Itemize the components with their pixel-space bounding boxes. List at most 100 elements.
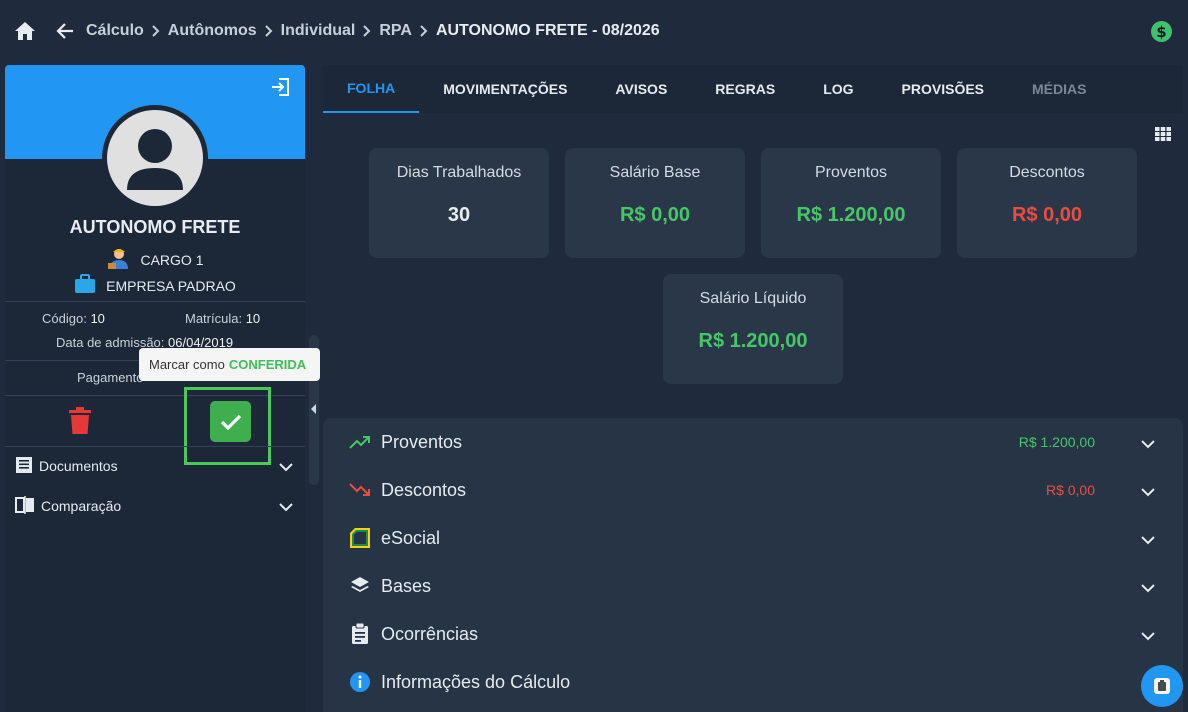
card-salario-liquido: Salário Líquido R$ 1.200,00 xyxy=(663,274,843,384)
employee-name: AUTONOMO FRETE xyxy=(69,217,241,237)
check-icon xyxy=(220,414,241,430)
worker-icon xyxy=(106,246,132,273)
section-proventos[interactable]: Proventos R$ 1.200,00 xyxy=(323,418,1183,466)
section-descontos[interactable]: Descontos R$ 0,00 xyxy=(323,466,1183,514)
section-ocorrencias[interactable]: Ocorrências xyxy=(323,610,1183,658)
chevron-down-icon[interactable] xyxy=(1141,436,1155,454)
document-icon xyxy=(15,456,33,477)
chevron-right-icon xyxy=(264,25,273,37)
empresa-line: EMPRESA PADRAO xyxy=(5,274,305,297)
back-arrow-icon[interactable] xyxy=(56,23,74,39)
exit-icon[interactable] xyxy=(271,77,291,102)
chevron-right-icon xyxy=(152,25,160,37)
section-esocial[interactable]: eSocial xyxy=(323,514,1183,562)
card-value: 30 xyxy=(447,204,471,226)
chevron-down-icon[interactable] xyxy=(1141,628,1155,646)
user-placeholder-icon xyxy=(107,110,203,206)
tab-avisos[interactable]: AVISOS xyxy=(591,65,691,113)
briefcase-icon xyxy=(74,274,96,297)
chevron-down-icon[interactable] xyxy=(279,499,293,515)
menu-comparacao[interactable]: Comparação xyxy=(5,491,305,521)
sections-accordion: Proventos R$ 1.200,00 Descontos R$ 0,00 … xyxy=(323,418,1183,712)
codigo-field: Código: 10 xyxy=(42,311,105,326)
avatar xyxy=(102,105,208,211)
section-label: Ocorrências xyxy=(381,623,479,644)
tab-bar: FOLHA MOVIMENTAÇÕES AVISOS REGRAS LOG PR… xyxy=(323,65,1183,113)
card-title: Dias Trabalhados xyxy=(396,164,522,181)
divider xyxy=(5,446,305,447)
breadcrumb-rpa[interactable]: RPA xyxy=(379,22,412,40)
card-title: Salário Líquido xyxy=(699,290,807,307)
cargo-line: CARGO 1 xyxy=(5,246,305,273)
codigo-value: 10 xyxy=(90,311,105,326)
breadcrumb-current: AUTONOMO FRETE - 08/2026 xyxy=(435,22,660,39)
chevron-down-icon[interactable] xyxy=(279,459,293,475)
card-title: Proventos xyxy=(814,164,888,181)
tab-provisoes[interactable]: PROVISÕES xyxy=(878,65,1008,113)
tab-folha[interactable]: FOLHA xyxy=(323,65,420,113)
section-label: Bases xyxy=(381,575,432,596)
home-icon[interactable] xyxy=(14,21,36,41)
clipboard-icon xyxy=(348,622,372,646)
section-label: Informações do Cálculo xyxy=(381,671,571,692)
dollar-icon[interactable]: $ xyxy=(1151,21,1172,42)
cargo-label: CARGO 1 xyxy=(140,251,204,268)
compare-icon xyxy=(15,495,35,517)
section-value: R$ 0,00 xyxy=(1045,482,1095,498)
tab-regras[interactable]: REGRAS xyxy=(691,65,799,113)
card-value: R$ 1.200,00 xyxy=(698,330,808,352)
breadcrumb: Cálculo Autônomos Individual RPA AUTONOM… xyxy=(86,22,660,40)
collapse-arrow-icon[interactable] xyxy=(311,404,316,414)
chevron-down-icon[interactable] xyxy=(1141,484,1155,502)
tooltip-status: CONFERIDA xyxy=(228,357,307,372)
info-icon xyxy=(348,670,372,694)
esocial-icon xyxy=(348,526,372,550)
breadcrumb-individual[interactable]: Individual xyxy=(281,22,356,40)
matricula-field: Matrícula: 10 xyxy=(185,311,260,326)
trending-down-icon xyxy=(348,478,372,502)
chevron-right-icon xyxy=(363,25,371,37)
chevron-right-icon xyxy=(420,25,428,37)
chevron-down-icon[interactable] xyxy=(1141,532,1155,550)
matricula-value: 10 xyxy=(245,311,261,326)
employee-panel: AUTONOMO FRETE CARGO 1 EMPRESA PADRAO Có… xyxy=(5,65,305,712)
breadcrumb-autonomos[interactable]: Autônomos xyxy=(168,22,257,40)
tab-log[interactable]: LOG xyxy=(799,65,877,113)
section-value: R$ 1.200,00 xyxy=(1018,434,1095,450)
card-title: Salário Base xyxy=(609,164,701,181)
tab-movimentacoes[interactable]: MOVIMENTAÇÕES xyxy=(419,65,591,113)
mark-checked-button[interactable] xyxy=(210,401,251,442)
card-proventos: Proventos R$ 1.200,00 xyxy=(761,148,941,258)
layers-icon xyxy=(348,574,372,598)
tab-medias: MÉDIAS xyxy=(1032,81,1087,97)
tooltip-prefix: Marcar como xyxy=(149,357,225,372)
card-dias-trabalhados: Dias Trabalhados 30 xyxy=(369,148,549,258)
card-value: R$ 0,00 xyxy=(1011,204,1083,226)
card-value: R$ 0,00 xyxy=(619,204,691,226)
chevron-down-icon[interactable] xyxy=(1141,580,1155,598)
delete-icon[interactable] xyxy=(69,407,91,440)
assistant-fab-button[interactable] xyxy=(1141,665,1183,707)
breadcrumb-calculo[interactable]: Cálculo xyxy=(86,22,144,40)
tooltip: Marcar como CONFERIDA xyxy=(139,348,320,381)
menu-label: Documentos xyxy=(39,458,118,474)
card-descontos: Descontos R$ 0,00 xyxy=(957,148,1137,258)
top-bar: Cálculo Autônomos Individual RPA AUTONOM… xyxy=(0,0,1188,62)
codigo-label: Código: xyxy=(42,311,87,326)
section-label: eSocial xyxy=(381,527,441,548)
matricula-label: Matrícula: xyxy=(185,311,243,326)
trending-up-icon xyxy=(348,430,372,454)
card-value: R$ 1.200,00 xyxy=(796,204,906,226)
chat-icon xyxy=(1154,678,1170,694)
pagamento-label: Pagamento xyxy=(77,370,144,385)
menu-label: Comparação xyxy=(41,498,122,514)
menu-documentos[interactable]: Documentos xyxy=(5,451,305,481)
section-informacoes-calculo[interactable]: Informações do Cálculo xyxy=(323,658,1183,706)
card-salario-base: Salário Base R$ 0,00 xyxy=(565,148,745,258)
divider xyxy=(5,301,305,302)
card-title: Descontos xyxy=(1009,164,1085,181)
empresa-label: EMPRESA PADRAO xyxy=(106,277,236,294)
grid-icon[interactable] xyxy=(1155,127,1171,146)
section-bases[interactable]: Bases xyxy=(323,562,1183,610)
section-label: Proventos xyxy=(381,431,463,452)
